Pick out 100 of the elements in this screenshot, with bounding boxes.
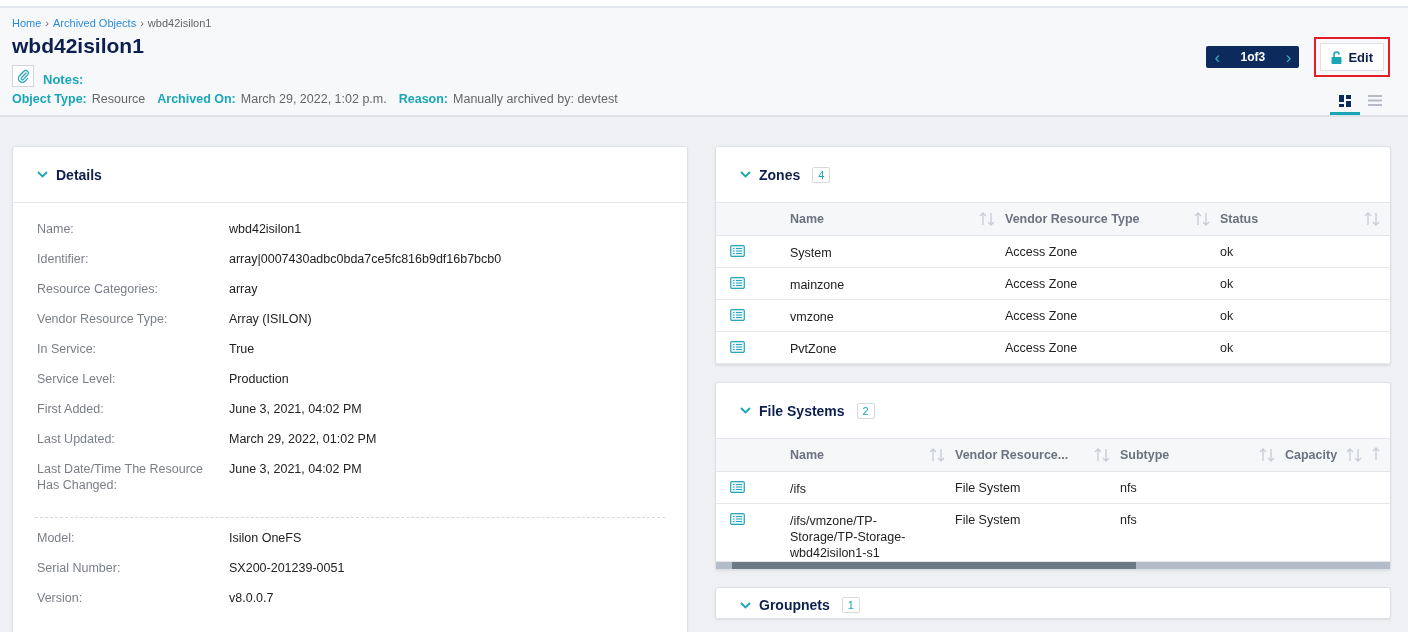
notes-label: Notes: [43, 72, 84, 87]
paperclip-icon [17, 68, 29, 83]
table-cell: ok [1220, 309, 1234, 323]
list-icon [1368, 95, 1382, 106]
horizontal-scrollbar[interactable] [716, 562, 1390, 569]
breadcrumb-separator: › [140, 17, 144, 29]
table-cell: File System [955, 481, 1021, 495]
sort-icon[interactable] [1372, 446, 1380, 461]
unlocked-padlock-icon [1331, 50, 1343, 64]
column-header[interactable]: Vendor Resource... [955, 448, 1069, 462]
breadcrumb-link[interactable]: Home [12, 17, 42, 29]
field-value: Production [229, 371, 289, 387]
grid-icon [1339, 94, 1351, 107]
sort-icon[interactable] [1346, 448, 1362, 462]
field-value: Array (ISILON) [229, 311, 312, 327]
meta-value: Manually archived by: devtest [453, 92, 618, 106]
column-header[interactable]: Capacity [1285, 448, 1338, 462]
card-title: File Systems [759, 402, 845, 419]
count-badge: 4 [812, 166, 831, 183]
field-value: June 3, 2021, 04:02 PM [229, 401, 362, 417]
collapse-toggle[interactable] [740, 601, 751, 609]
field-value: March 29, 2022, 01:02 PM [229, 431, 377, 447]
details-list-icon[interactable] [730, 341, 745, 353]
table-cell: Access Zone [1005, 277, 1078, 291]
table-cell-text: mainzone [790, 277, 846, 293]
page-title: wbd42isilon1 [12, 34, 145, 58]
count-badge: 1 [841, 597, 860, 613]
table-cell-text: /ifs [790, 481, 807, 497]
field-label: Identifier: [37, 251, 90, 267]
sort-icon[interactable] [1364, 212, 1380, 226]
column-header[interactable]: Subtype [1120, 448, 1170, 462]
table-cell: Access Zone [1005, 245, 1078, 259]
breadcrumb-separator: › [45, 17, 49, 29]
meta-value: Resource [91, 92, 146, 106]
field-value: v8.0.0.7 [229, 590, 274, 606]
table-cell: Access Zone [1005, 341, 1078, 355]
table-cell-text: PvtZone [790, 341, 838, 357]
collapse-toggle[interactable] [740, 171, 751, 178]
table-cell: File System [955, 513, 1021, 527]
table-cell: ok [1220, 245, 1234, 259]
column-header[interactable]: Status [1220, 212, 1259, 226]
next-button[interactable]: › [1285, 48, 1292, 66]
collapse-toggle[interactable] [37, 171, 48, 178]
breadcrumb-link[interactable]: Archived Objects [53, 17, 137, 29]
field-label: Resource Categories: [37, 281, 159, 297]
field-value: SX200-201239-0051 [229, 560, 345, 576]
sort-icon[interactable] [1194, 212, 1210, 226]
field-label: Serial Number: [37, 560, 122, 576]
field-label: First Added: [37, 401, 105, 417]
table-cell-text: vmzone [790, 309, 835, 325]
collapse-toggle[interactable] [740, 407, 751, 414]
table-cell-text: System [790, 245, 833, 261]
meta-label: Reason: [398, 92, 449, 106]
details-list-icon[interactable] [730, 309, 745, 321]
field-label: Last Date/Time The Resource Has Changed: [37, 461, 205, 493]
edit-button[interactable]: Edit [1320, 43, 1384, 71]
sort-icon[interactable] [1259, 448, 1275, 462]
chevron-icon [740, 171, 751, 178]
table-cell: Access Zone [1005, 309, 1078, 323]
meta-value: March 29, 2022, 1:02 p.m. [240, 92, 387, 106]
sort-icon[interactable] [929, 448, 945, 462]
breadcrumb-current: wbd42isilon1 [147, 17, 212, 29]
sort-icon[interactable] [979, 212, 995, 226]
column-header[interactable]: Vendor Resource Type [1005, 212, 1140, 226]
field-label: Name: [37, 221, 75, 237]
chevron-icon [37, 171, 48, 178]
count-badge: 2 [856, 402, 875, 419]
field-label: Version: [37, 590, 84, 606]
field-label: In Service: [37, 341, 98, 357]
field-label: Last Updated: [37, 431, 116, 447]
field-value: Isilon OneFS [229, 530, 302, 546]
details-list-icon[interactable] [730, 513, 745, 525]
details-list-icon[interactable] [730, 481, 745, 493]
field-value: June 3, 2021, 04:02 PM [229, 461, 362, 478]
chevron-icon [740, 407, 751, 414]
column-header[interactable]: Name [790, 448, 825, 462]
field-value: True [229, 341, 255, 357]
details-list-icon[interactable] [730, 277, 745, 289]
table-cell-text: /ifs/vmzone/TP-Storage/TP-Storage-wbd42isilon1-s1 [790, 513, 907, 561]
field-value: array [229, 281, 258, 297]
sort-icon[interactable] [1094, 448, 1110, 462]
previous-button[interactable]: ‹ [1214, 48, 1221, 66]
details-list-icon[interactable] [730, 245, 745, 257]
pager-text: 1of3 [1240, 50, 1266, 64]
field-value: array|0007430adbc0bda7ce5fc816b9df16b7bcb0 [229, 251, 502, 267]
table-cell: ok [1220, 277, 1234, 291]
field-label: Model: [37, 530, 76, 546]
field-value: wbd42isilon1 [229, 221, 302, 237]
chevron-icon [740, 601, 751, 609]
card-title: Zones [759, 166, 801, 183]
column-header[interactable]: Name [790, 212, 825, 226]
field-label: Vendor Resource Type: [37, 311, 169, 327]
meta-label: Archived On: [157, 92, 236, 106]
table-cell: ok [1220, 341, 1234, 355]
attachment-button[interactable] [12, 64, 34, 87]
card-title: Groupnets [759, 597, 830, 613]
meta-label: Object Type: [12, 92, 87, 106]
card-title: Details [56, 166, 102, 183]
table-cell: nfs [1120, 513, 1137, 527]
field-label: Service Level: [37, 371, 117, 387]
